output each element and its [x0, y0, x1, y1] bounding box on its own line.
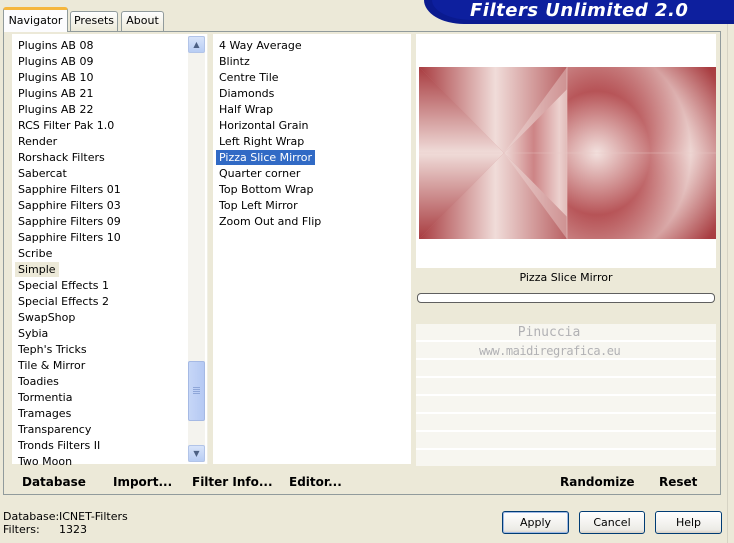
filter-item[interactable]: Half Wrap: [216, 102, 276, 117]
randomize-button[interactable]: Randomize: [560, 473, 634, 491]
category-scrollbar[interactable]: ▲ ▼: [188, 36, 205, 462]
category-item[interactable]: Tormentia: [15, 390, 75, 405]
category-item[interactable]: Tronds Filters II: [15, 438, 103, 453]
preview-image: [419, 67, 716, 239]
category-item[interactable]: Special Effects 2: [15, 294, 112, 309]
editor-button[interactable]: Editor...: [289, 473, 342, 491]
preview-area: [416, 34, 716, 268]
category-item[interactable]: Tramages: [15, 406, 74, 421]
filter-list[interactable]: 4 Way Average Blintz Centre Tile Diamonds Ha…: [213, 34, 411, 464]
navigator-panel: Plugins AB 08 Plugins AB 09 Plugins AB 10 P…: [3, 31, 721, 495]
filter-item[interactable]: Horizontal Grain: [216, 118, 311, 133]
category-item[interactable]: Simple: [15, 262, 59, 277]
app-banner: Filters Unlimited 2.0: [424, 0, 734, 24]
category-item[interactable]: Transparency: [15, 422, 94, 437]
tab-navigator[interactable]: Navigator: [3, 7, 68, 32]
watermark: Pinuccia www.maidiregrafica.eu: [479, 324, 621, 360]
tab-about[interactable]: About: [121, 11, 164, 31]
apply-button[interactable]: Apply: [502, 511, 569, 534]
pizza-slice-preview-graphic: [419, 67, 716, 239]
category-item[interactable]: Plugins AB 21: [15, 86, 96, 101]
filter-item[interactable]: Top Bottom Wrap: [216, 182, 317, 197]
category-item[interactable]: Tile & Mirror: [15, 358, 88, 373]
database-label: Database:: [3, 510, 60, 523]
category-item[interactable]: Render: [15, 134, 60, 149]
help-button[interactable]: Help: [655, 511, 722, 534]
reset-button[interactable]: Reset: [659, 473, 697, 491]
scroll-down-arrow-icon: ▼: [193, 449, 200, 458]
filter-item[interactable]: Blintz: [216, 54, 253, 69]
tab-presets[interactable]: Presets: [70, 11, 118, 31]
import-button[interactable]: Import...: [113, 473, 172, 491]
category-item[interactable]: Sapphire Filters 09: [15, 214, 124, 229]
category-item[interactable]: Plugins AB 22: [15, 102, 96, 117]
scroll-thumb[interactable]: [188, 361, 205, 421]
app-title: Filters Unlimited 2.0: [470, 0, 689, 21]
category-item[interactable]: Two Moon: [15, 454, 75, 469]
filter-item[interactable]: Pizza Slice Mirror: [216, 150, 316, 165]
category-item[interactable]: Sabercat: [15, 166, 70, 181]
database-value: ICNET-Filters: [59, 510, 128, 523]
category-item[interactable]: Scribe: [15, 246, 55, 261]
category-item[interactable]: Special Effects 1: [15, 278, 112, 293]
filters-count: 1323: [59, 523, 87, 536]
category-item[interactable]: Rorshack Filters: [15, 150, 108, 165]
category-item[interactable]: Sapphire Filters 10: [15, 230, 124, 245]
category-item[interactable]: Plugins AB 10: [15, 70, 96, 85]
window-edge: [727, 24, 734, 543]
filter-item[interactable]: Centre Tile: [216, 70, 282, 85]
filter-info-button[interactable]: Filter Info...: [192, 473, 273, 491]
category-item[interactable]: SwapShop: [15, 310, 78, 325]
scroll-up-button[interactable]: ▲: [188, 36, 205, 53]
current-filter-name: Pizza Slice Mirror: [519, 271, 613, 284]
scroll-up-arrow-icon: ▲: [193, 40, 200, 49]
filter-item[interactable]: Quarter corner: [216, 166, 303, 181]
watermark-line2: www.maidiregrafica.eu: [479, 344, 621, 358]
database-button[interactable]: Database: [22, 473, 86, 491]
watermark-line1: Pinuccia: [517, 325, 581, 340]
category-item[interactable]: Sapphire Filters 03: [15, 198, 124, 213]
category-item[interactable]: Plugins AB 09: [15, 54, 96, 69]
category-item[interactable]: Sybia: [15, 326, 51, 341]
cancel-button[interactable]: Cancel: [579, 511, 645, 534]
category-item[interactable]: Plugins AB 08: [15, 38, 96, 53]
filter-item[interactable]: Top Left Mirror: [216, 198, 301, 213]
status-info: Database:ICNET-Filters Filters: 1323: [3, 510, 128, 536]
scroll-grip-icon: [193, 387, 200, 394]
filter-item[interactable]: Diamonds: [216, 86, 277, 101]
category-item[interactable]: Toadies: [15, 374, 62, 389]
category-list[interactable]: Plugins AB 08 Plugins AB 09 Plugins AB 10 P…: [12, 34, 208, 468]
filter-item[interactable]: 4 Way Average: [216, 38, 305, 53]
progress-bar: [417, 293, 715, 303]
category-item[interactable]: Teph's Tricks: [15, 342, 90, 357]
filter-item[interactable]: Zoom Out and Flip: [216, 214, 324, 229]
filter-item[interactable]: Left Right Wrap: [216, 134, 307, 149]
category-item[interactable]: Sapphire Filters 01: [15, 182, 124, 197]
scroll-down-button[interactable]: ▼: [188, 445, 205, 462]
category-item[interactable]: RCS Filter Pak 1.0: [15, 118, 117, 133]
filters-label: Filters:: [3, 523, 40, 536]
tab-strip: Navigator Presets About: [0, 0, 420, 32]
